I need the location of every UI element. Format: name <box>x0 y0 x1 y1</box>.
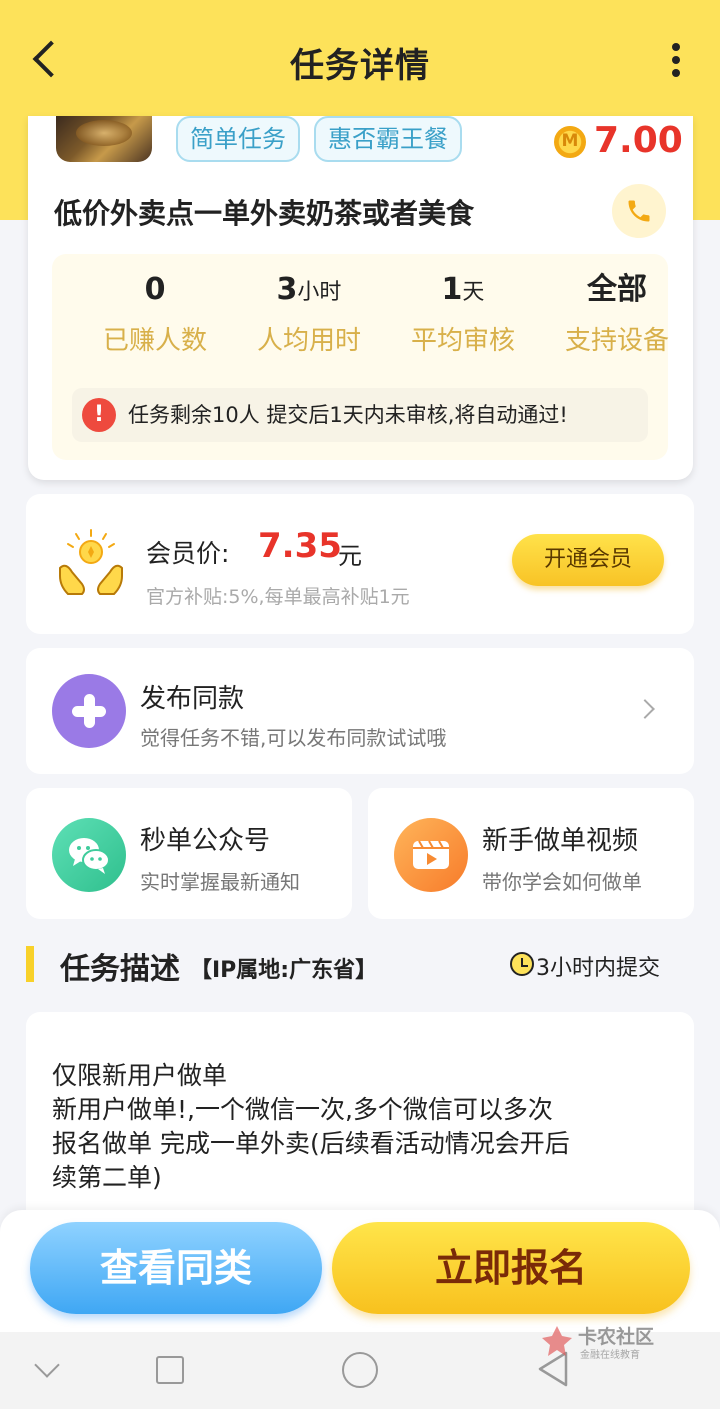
member-price-label: 会员价: <box>146 539 230 568</box>
collapse-chevron-icon[interactable] <box>34 1352 60 1378</box>
ip-location: 【IP属地:广东省】 <box>190 958 378 983</box>
stat-label: 已赚人数 <box>102 326 207 356</box>
clock-icon <box>510 952 534 976</box>
stat-value: 1 <box>441 272 463 307</box>
stat-label: 人均用时 <box>256 326 361 356</box>
stat-unit: 小时 <box>297 280 342 305</box>
stat-average-time: 3小时 人均用时 <box>232 268 386 357</box>
view-similar-button[interactable]: 查看同类 <box>30 1222 322 1314</box>
more-options-icon[interactable] <box>664 40 688 80</box>
task-tag: 简单任务 <box>176 116 300 162</box>
phone-button[interactable] <box>612 184 666 238</box>
task-notice: ! 任务剩余10人 提交后1天内未审核,将自动通过! <box>72 388 648 442</box>
stat-supported-devices: 全部 支持设备 <box>540 268 694 357</box>
publish-title: 发布同款 <box>140 684 245 714</box>
watermark: 卡农社区 金融在线教育 <box>540 1322 670 1362</box>
page-title: 任务详情 <box>290 46 430 86</box>
plus-icon <box>52 674 126 748</box>
notice-text: 任务剩余10人 提交后1天内未审核,将自动通过! <box>128 403 568 427</box>
tutorial-video-subtitle: 带你学会如何做单 <box>482 870 642 894</box>
member-price-unit: 元 <box>338 542 362 570</box>
task-tag: 惠否霸王餐 <box>314 116 462 162</box>
tutorial-video-title: 新手做单视频 <box>482 826 639 856</box>
description-line: 仅限新用户做单 <box>52 1061 228 1090</box>
coin-icon: M <box>554 126 586 158</box>
recent-apps-icon[interactable] <box>156 1356 184 1384</box>
tutorial-video-card[interactable]: 新手做单视频 带你学会如何做单 <box>368 788 694 919</box>
watermark-subtext: 金融在线教育 <box>580 1350 640 1361</box>
stat-unit: 天 <box>462 280 485 305</box>
description-heading: 任务描述 <box>60 952 180 987</box>
stat-average-review: 1天 平均审核 <box>386 268 540 357</box>
video-icon <box>394 818 468 892</box>
navigation-bar: 任务详情 <box>0 0 720 118</box>
subsidy-text: 官方补贴:5%,每单最高补贴1元 <box>146 586 410 608</box>
coin-hands-icon <box>59 529 123 595</box>
publish-same-card[interactable]: 发布同款 觉得任务不错,可以发布同款试试哦 <box>26 648 694 774</box>
task-title: 低价外卖点一单外卖奶茶或者美食 <box>54 197 475 230</box>
stat-label: 平均审核 <box>410 326 515 356</box>
official-account-title: 秒单公众号 <box>140 826 271 856</box>
stat-value: 全部 <box>587 272 647 307</box>
description-line: 新用户做单!,一个微信一次,多个微信可以多次 <box>52 1095 553 1124</box>
phone-icon <box>628 200 650 222</box>
task-stats-panel: 0 已赚人数 3小时 人均用时 1天 平均审核 全部 支持设备 ! 任务剩余10… <box>52 254 669 460</box>
watermark-text: 卡农社区 <box>578 1326 655 1348</box>
official-account-subtitle: 实时掌握最新通知 <box>140 870 300 894</box>
stat-earned-count: 0 已赚人数 <box>78 268 232 357</box>
task-thumbnail <box>56 116 152 162</box>
stat-label: 支持设备 <box>564 326 669 356</box>
description-line: 续第二单) <box>52 1163 162 1192</box>
warning-icon: ! <box>82 398 116 432</box>
reward-price: 7.00 <box>594 120 683 161</box>
publish-subtitle: 觉得任务不错,可以发布同款试试哦 <box>140 726 447 750</box>
section-accent-bar <box>26 946 34 982</box>
wechat-icon <box>52 818 126 892</box>
description-line: 报名做单 完成一单外卖(后续看活动情况会开后 <box>52 1129 570 1158</box>
chevron-right-icon <box>635 699 655 719</box>
bottom-action-bar: 查看同类 立即报名 <box>0 1210 720 1332</box>
task-summary-card: 简单任务 惠否霸王餐 M 7.00 低价外卖点一单外卖奶茶或者美食 0 已赚人数… <box>28 116 693 480</box>
open-membership-button[interactable]: 开通会员 <box>512 534 664 586</box>
signup-button[interactable]: 立即报名 <box>332 1222 690 1314</box>
stat-value: 0 <box>144 272 166 307</box>
member-price: 7.35 <box>258 526 342 566</box>
home-icon[interactable] <box>342 1352 378 1388</box>
membership-card: 会员价: 7.35 元 官方补贴:5%,每单最高补贴1元 开通会员 <box>26 494 694 634</box>
submit-deadline: 3小时内提交 <box>536 956 660 981</box>
official-account-card[interactable]: 秒单公众号 实时掌握最新通知 <box>26 788 352 919</box>
watermark-logo-icon <box>542 1326 572 1356</box>
stat-value: 3 <box>276 272 298 307</box>
